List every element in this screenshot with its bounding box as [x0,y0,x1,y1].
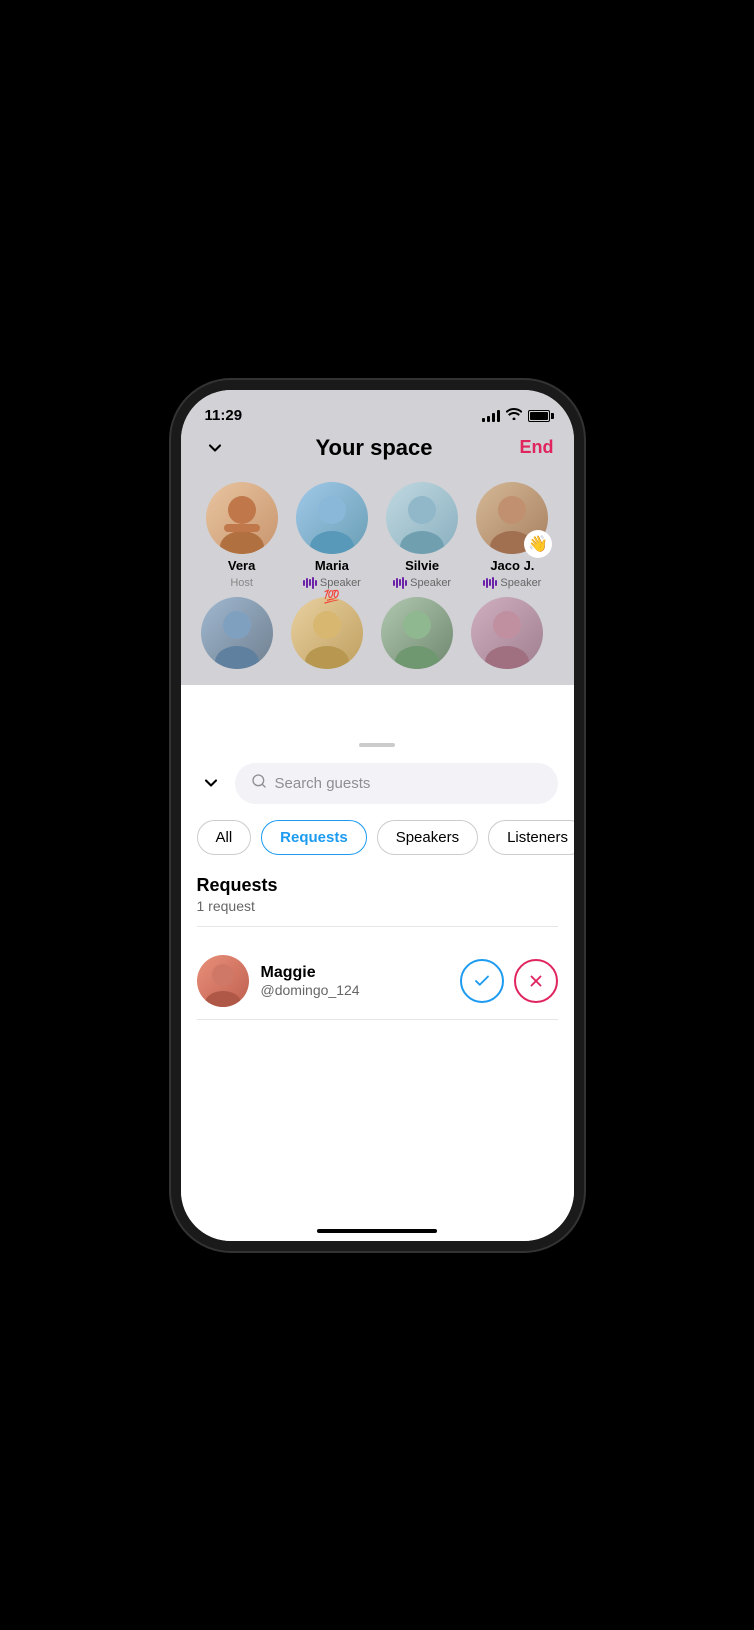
bottom-sheet: Search guests All Requests Speakers List… [181,731,574,1241]
search-input[interactable]: Search guests [275,775,371,792]
drag-handle [359,743,395,747]
speaker-item: 👋 Jaco J. Speaker [471,482,553,589]
bottom-divider [197,1019,558,1020]
listener-avatar-container: 💯 [291,597,373,669]
top-section: Your space End Vera Ho [181,434,574,685]
requests-title: Requests [197,875,558,896]
speaker-role: Host [230,577,253,589]
request-avatar [197,955,249,1007]
avatar-container[interactable] [296,482,368,554]
listener-avatar[interactable] [201,597,273,669]
speakers-grid: Vera Host Maria [201,482,554,589]
role-label: Speaker [410,577,451,589]
avatar [296,482,368,554]
speaker-name: Vera [228,558,255,573]
divider [197,926,558,927]
request-actions [460,959,558,1003]
header: Your space End [201,434,554,462]
status-time: 11:29 [205,407,243,424]
sheet-collapse-button[interactable] [197,769,225,797]
audio-wave-icon [303,577,317,589]
search-input-wrapper[interactable]: Search guests [235,763,558,804]
battery-icon [528,410,550,422]
role-label: Speaker [320,577,361,589]
speaker-name: Maria [315,558,349,573]
avatar-container[interactable]: 👋 [476,482,548,554]
status-icons [482,408,550,423]
speaker-role: Speaker [303,577,361,589]
request-name: Maggie [261,964,448,982]
search-icon [251,773,267,794]
phone-frame: 11:29 [181,390,574,1241]
space-title: Your space [316,435,433,461]
collapse-button[interactable] [201,434,229,462]
speaker-role: Speaker [483,577,541,589]
accept-button[interactable] [460,959,504,1003]
listener-avatar[interactable] [381,597,453,669]
audio-wave-icon [393,577,407,589]
requests-section: Requests 1 request [197,875,558,914]
wifi-icon [506,408,522,423]
avatar [386,482,458,554]
signal-icon [482,410,500,422]
request-handle: @domingo_124 [261,982,448,998]
home-indicator [317,1229,437,1233]
listeners-row: 💯 [201,597,554,669]
filter-tabs: All Requests Speakers Listeners [197,820,558,855]
status-bar: 11:29 [181,390,574,434]
avatar-container[interactable] [386,482,458,554]
tab-requests[interactable]: Requests [261,820,367,855]
avatar [206,482,278,554]
tab-all[interactable]: All [197,820,252,855]
end-button[interactable]: End [519,437,553,458]
request-item: Maggie @domingo_124 [197,943,558,1019]
avatar-container[interactable] [206,482,278,554]
requests-count: 1 request [197,898,558,914]
speaker-item: Silvie Speaker [381,482,463,589]
audio-wave-icon [483,577,497,589]
listener-avatar[interactable] [291,597,363,669]
reject-button[interactable] [514,959,558,1003]
role-label: Speaker [500,577,541,589]
request-info: Maggie @domingo_124 [261,964,448,998]
waving-hand-icon: 👋 [524,530,552,558]
speaker-name: Jaco J. [490,558,534,573]
search-bar-row: Search guests [197,763,558,804]
tab-listeners[interactable]: Listeners [488,820,573,855]
tab-speakers[interactable]: Speakers [377,820,478,855]
speaker-name: Silvie [405,558,439,573]
speaker-item: Maria Speaker [291,482,373,589]
listener-avatar[interactable] [471,597,543,669]
speaker-role: Speaker [393,577,451,589]
speaker-item: Vera Host [201,482,283,589]
hundred-emoji: 💯 [324,589,340,603]
